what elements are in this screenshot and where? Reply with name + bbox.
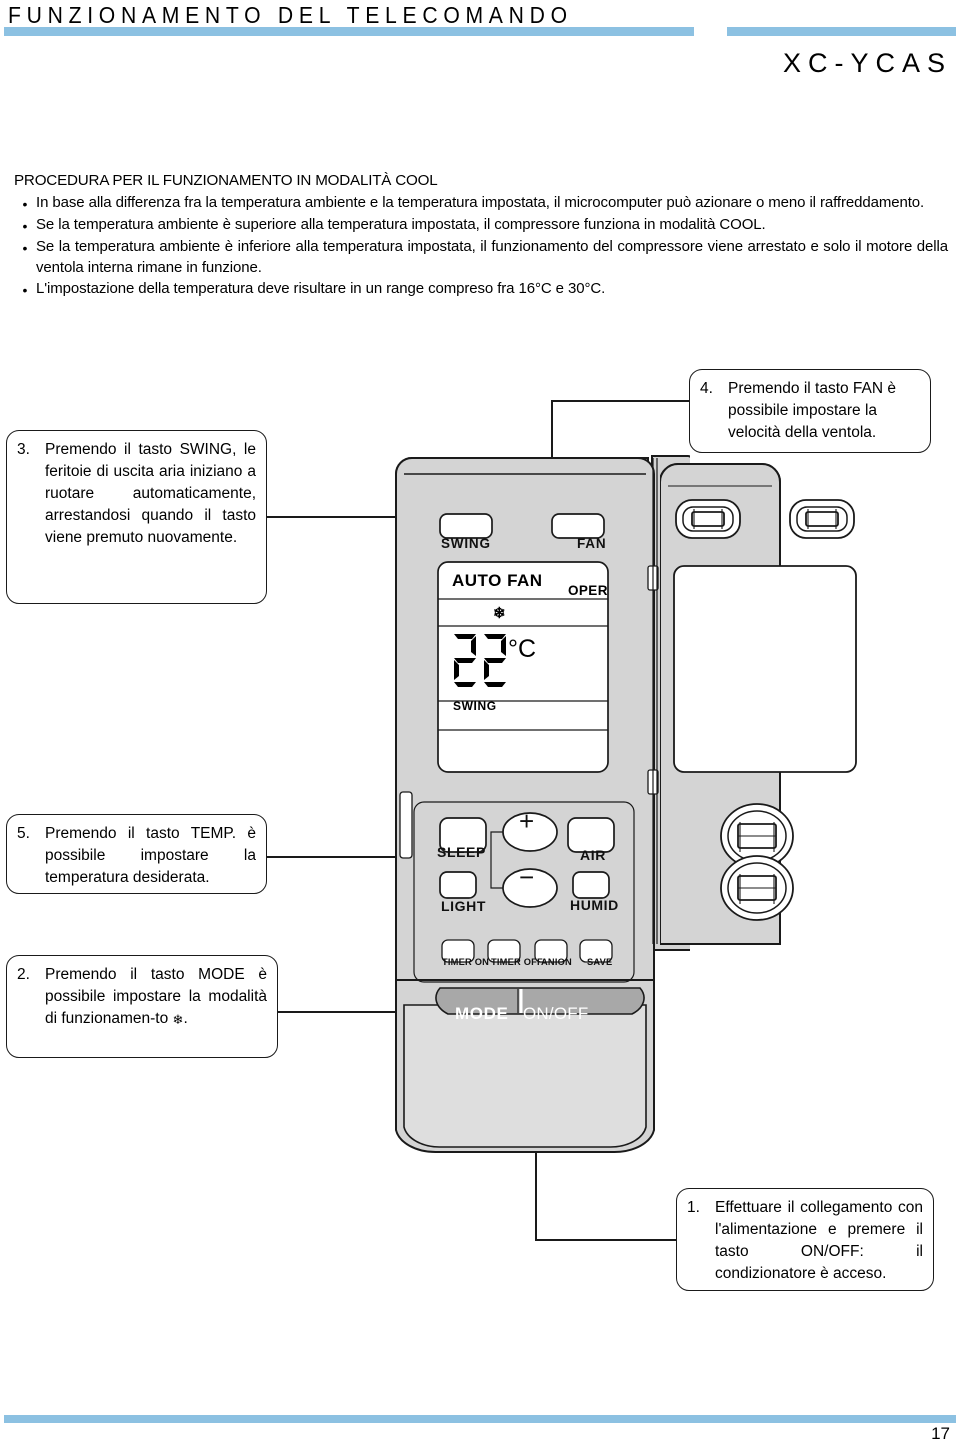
callout-box-4: 4. Premendo il tasto FAN è possibile imp… <box>689 369 931 453</box>
callout-number: 3. <box>17 441 30 458</box>
remote-button-plus[interactable]: + <box>519 806 534 837</box>
lcd-temperature-unit: °C <box>508 635 537 663</box>
bullet-glyph: • <box>22 218 28 234</box>
header-rule-left <box>4 27 694 36</box>
lcd-temperature <box>452 630 514 697</box>
bullet-text: In base alla differenza fra la temperatu… <box>36 194 925 211</box>
remote-label-light: LIGHT <box>441 898 486 914</box>
bullet-glyph: • <box>22 240 28 256</box>
intro-section: PROCEDURA PER IL FUNZIONAMENTO IN MODALI… <box>14 172 948 301</box>
bullet-item: • In base alla differenza fra la tempera… <box>14 193 948 214</box>
bullet-text: L'impostazione della temperatura deve ri… <box>36 280 606 297</box>
lcd-swing-indicator: SWING <box>453 699 497 713</box>
leader-line-callout-1-horizontal <box>535 1239 677 1241</box>
bullet-item: • L'impostazione della temperatura deve … <box>14 279 948 300</box>
header-rule-right <box>727 27 956 36</box>
bullet-text: Se la temperatura ambiente è inferiore a… <box>36 238 948 276</box>
callout-number: 5. <box>17 825 30 842</box>
model-code: XC-YCAS <box>782 48 952 78</box>
callout-box-3: 3. Premendo il tasto SWING, le feritoie … <box>6 430 267 604</box>
bullet-glyph: • <box>22 196 28 212</box>
remote-button-mode[interactable]: MODE <box>455 1004 508 1024</box>
callout-text: Premendo il tasto SWING, le feritoie di … <box>45 441 256 546</box>
snowflake-icon: ❄ <box>172 1012 184 1027</box>
callout-text-after: . <box>183 1010 188 1027</box>
snowflake-icon: ❄ <box>493 605 506 622</box>
page-title: FUNZIONAMENTO DEL TELECOMANDO <box>8 2 573 28</box>
remote-label-timer-on: TIMER ON <box>442 957 490 967</box>
remote-cover-panel: .cbd { fill:#d4d4d4; stroke:#1a1a1a; str… <box>659 456 940 956</box>
remote-label-swing: SWING <box>441 536 491 551</box>
remote-control-illustration: .bd { fill:#d4d4d4; stroke:#1a1a1a; stro… <box>390 440 690 1200</box>
bullet-glyph: • <box>22 282 28 298</box>
callout-number: 1. <box>687 1199 700 1216</box>
remote-label-anion: ANION <box>541 957 572 967</box>
callout-text-before: Premendo il tasto MODE è possibile impos… <box>45 966 267 1027</box>
remote-label-humid: HUMID <box>570 897 619 913</box>
footer-rule <box>4 1415 956 1423</box>
callout-box-5: 5. Premendo il tasto TEMP. è possibile i… <box>6 814 267 894</box>
callout-text: Premendo il tasto TEMP. è possibile impo… <box>45 825 256 886</box>
page-number: 17 <box>931 1424 950 1443</box>
callout-text: Premendo il tasto MODE è possibile impos… <box>45 964 267 1030</box>
leader-line-callout-4-horizontal <box>551 400 691 402</box>
bullet-item: • Se la temperatura ambiente è superiore… <box>14 215 948 236</box>
bullet-text: Se la temperatura ambiente è superiore a… <box>36 216 766 233</box>
intro-heading: PROCEDURA PER IL FUNZIONAMENTO IN MODALI… <box>14 172 438 189</box>
remote-button-minus[interactable]: − <box>519 862 534 893</box>
callout-number: 4. <box>700 380 713 397</box>
callout-box-2: 2. Premendo il tasto MODE è possibile im… <box>6 955 278 1058</box>
bullet-item: • Se la temperatura ambiente è inferiore… <box>14 237 949 278</box>
callout-box-1: 1. Effettuare il collegamento con l'alim… <box>676 1188 934 1291</box>
remote-button-on-off[interactable]: ON/OFF <box>523 1004 588 1024</box>
callout-text: Effettuare il collegamento con l'aliment… <box>715 1199 923 1282</box>
remote-label-sleep: SLEEP <box>437 844 486 860</box>
remote-label-save: SAVE <box>587 957 613 967</box>
remote-label-fan: FAN <box>577 536 607 551</box>
lcd-oper-indicator: OPER <box>568 583 608 598</box>
remote-label-timer-off: TIMER OFF <box>491 957 543 967</box>
lcd-fan-mode: AUTO FAN <box>452 571 543 590</box>
callout-text: Premendo il tasto FAN è possibile impost… <box>728 380 896 441</box>
remote-label-air: AIR <box>580 847 606 863</box>
callout-number: 2. <box>17 966 30 983</box>
